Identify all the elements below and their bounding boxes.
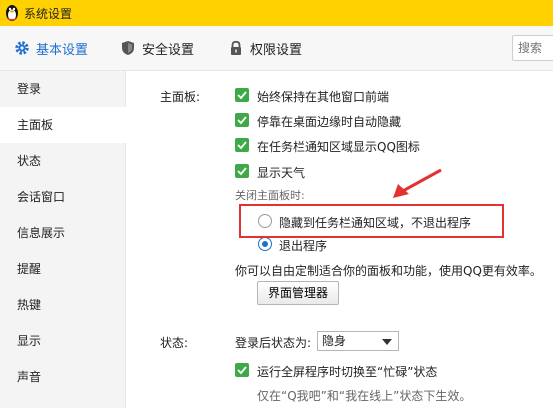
settings-tab-bar: 基本设置 安全设置 权限设置 xyxy=(0,26,553,71)
gear-icon xyxy=(15,41,29,55)
close-behavior-label: 关闭主面板时: xyxy=(235,189,305,202)
check-icon xyxy=(237,141,247,150)
shield-icon xyxy=(122,41,134,55)
sidebar-item-info-display[interactable]: 信息展示 xyxy=(0,215,126,251)
checkbox-auto-hide[interactable] xyxy=(235,113,249,127)
section-label-status: 状态: xyxy=(160,336,189,350)
tab-label: 权限设置 xyxy=(250,42,303,58)
sidebar-item-status[interactable]: 状态 xyxy=(0,143,126,179)
selected-value: 隐身 xyxy=(322,334,347,348)
status-note: 仅在“Q我吧”和“我在线上”状态下生效。 xyxy=(257,389,472,403)
annotation-arrow-icon xyxy=(393,168,442,198)
sidebar-item-hotkeys[interactable]: 热键 xyxy=(0,287,126,323)
search-input[interactable] xyxy=(512,35,553,61)
checkbox-show-weather[interactable] xyxy=(235,164,249,178)
tab-security-settings[interactable]: 安全设置 xyxy=(120,26,194,70)
window-title: 系统设置 xyxy=(24,7,73,21)
check-icon xyxy=(237,91,247,100)
option-label[interactable]: 运行全屏程序时切换至“忙碌”状态 xyxy=(257,363,437,380)
sidebar-item-main-panel[interactable]: 主面板 xyxy=(0,107,126,143)
settings-sidebar: 登录 主面板 状态 会话窗口 信息展示 提醒 热键 显示 声音 xyxy=(0,71,126,408)
tab-label: 安全设置 xyxy=(142,42,195,58)
login-status-select[interactable]: 隐身 xyxy=(317,331,399,351)
tab-basic-settings[interactable]: 基本设置 xyxy=(14,26,88,70)
tab-permission-settings[interactable]: 权限设置 xyxy=(228,26,302,70)
check-icon xyxy=(237,116,247,125)
option-label[interactable]: 始终保持在其他窗口前端 xyxy=(257,88,389,105)
sidebar-item-sound[interactable]: 声音 xyxy=(0,359,126,395)
checkbox-always-on-top[interactable] xyxy=(235,88,249,102)
option-label[interactable]: 显示天气 xyxy=(257,164,305,181)
qq-penguin-icon xyxy=(6,5,18,21)
checkbox-tray-icon[interactable] xyxy=(235,138,249,152)
tab-label: 基本设置 xyxy=(36,42,89,58)
settings-content: 主面板: 始终保持在其他窗口前端 停靠在桌面边缘时自动隐藏 在任务栏通知区域显示… xyxy=(127,71,553,408)
title-bar: 系统设置 xyxy=(0,0,553,26)
radio-label[interactable]: 退出程序 xyxy=(279,237,327,254)
sidebar-item-reminder[interactable]: 提醒 xyxy=(0,251,126,287)
sidebar-item-chat-window[interactable]: 会话窗口 xyxy=(0,179,126,215)
section-label-main-panel: 主面板: xyxy=(160,90,201,104)
radio-exit-program[interactable] xyxy=(258,237,272,251)
interface-manager-button[interactable]: 界面管理器 xyxy=(257,281,339,305)
option-label[interactable]: 停靠在桌面边缘时自动隐藏 xyxy=(257,113,401,130)
checkbox-fullscreen-busy[interactable] xyxy=(235,363,249,377)
login-status-label: 登录后状态为: xyxy=(235,336,312,350)
chevron-down-icon xyxy=(382,339,392,345)
sidebar-item-login[interactable]: 登录 xyxy=(0,71,126,107)
customize-hint: 你可以自由定制适合你的面板和功能，使用QQ更有效率。 xyxy=(235,264,542,278)
sidebar-item-display[interactable]: 显示 xyxy=(0,323,126,359)
option-label[interactable]: 在任务栏通知区域显示QQ图标 xyxy=(257,138,420,155)
check-icon xyxy=(237,366,247,375)
annotation-highlight-box xyxy=(239,204,504,238)
lock-icon xyxy=(231,40,241,55)
check-icon xyxy=(237,167,247,176)
